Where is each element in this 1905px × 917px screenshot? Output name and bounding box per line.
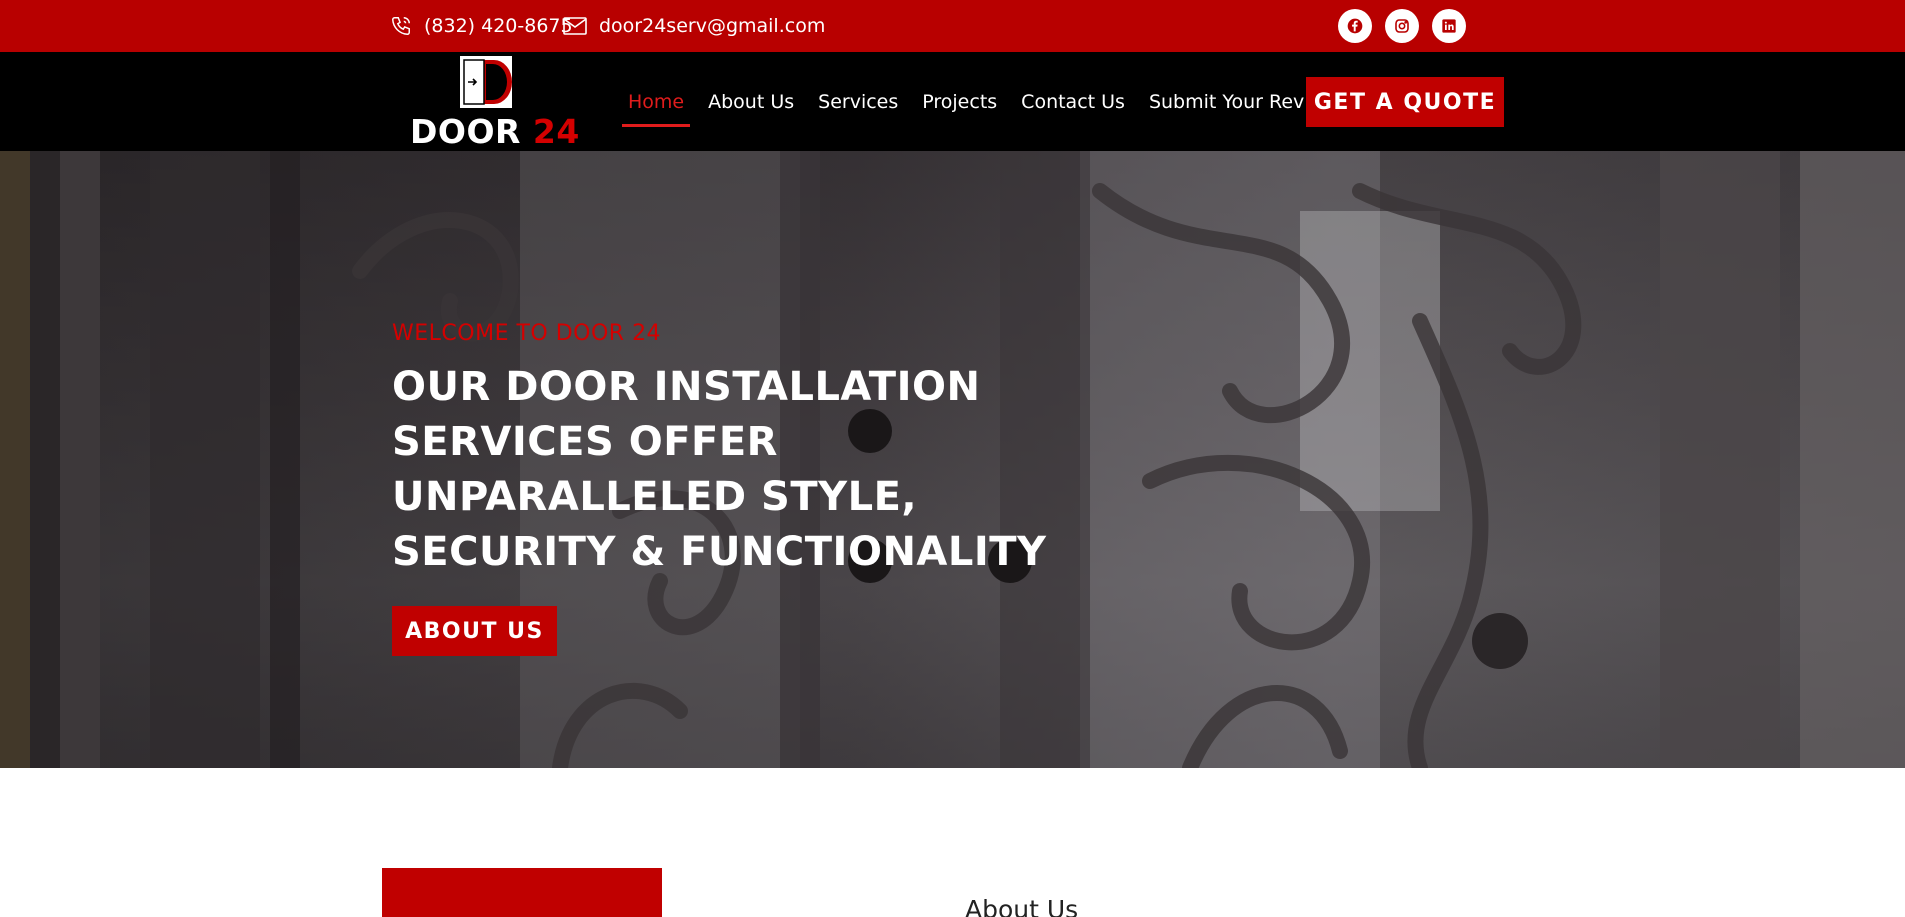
nav-about-us[interactable]: About Us [708, 91, 794, 113]
hero-section: WELCOME TO DOOR 24 OUR DOOR INSTALLATION… [0, 151, 1905, 768]
social-links [1338, 9, 1466, 43]
linkedin-icon[interactable] [1432, 9, 1466, 43]
email-address: door24serv@gmail.com [599, 15, 826, 37]
email-link[interactable]: door24serv@gmail.com [563, 0, 825, 52]
nav-home[interactable]: Home [621, 91, 691, 127]
top-contact-bar: (832) 420-8675 door24serv@gmail.com [0, 0, 1905, 52]
phone-link[interactable]: (832) 420-8675 [390, 0, 573, 52]
nav-contact-us[interactable]: Contact Us [1021, 91, 1125, 113]
logo-wordmark: DOOR 24 [410, 112, 580, 151]
phone-icon [392, 17, 410, 35]
logo[interactable]: DOOR 24 [410, 54, 579, 151]
facebook-icon[interactable] [1338, 9, 1372, 43]
hero-content: WELCOME TO DOOR 24 OUR DOOR INSTALLATION… [392, 321, 1082, 656]
instagram-icon[interactable] [1385, 9, 1419, 43]
hero-kicker: WELCOME TO DOOR 24 [392, 321, 662, 346]
about-heading: About Us [965, 895, 1079, 917]
phone-number: (832) 420-8675 [424, 15, 573, 37]
get-quote-button[interactable]: GET A QUOTE [1306, 77, 1504, 127]
about-image-block [382, 868, 662, 917]
door-logo-icon [460, 56, 512, 108]
nav-projects[interactable]: Projects [922, 91, 997, 113]
main-nav: Home About Us Services Projects Contact … [621, 52, 1371, 151]
about-us-button[interactable]: ABOUT US [392, 606, 557, 656]
main-navbar: DOOR 24 Home About Us Services Projects … [0, 52, 1905, 151]
hero-headline: OUR DOOR INSTALLATION SERVICES OFFER UNP… [392, 364, 1047, 575]
nav-services[interactable]: Services [818, 91, 898, 113]
mail-icon [563, 17, 587, 35]
